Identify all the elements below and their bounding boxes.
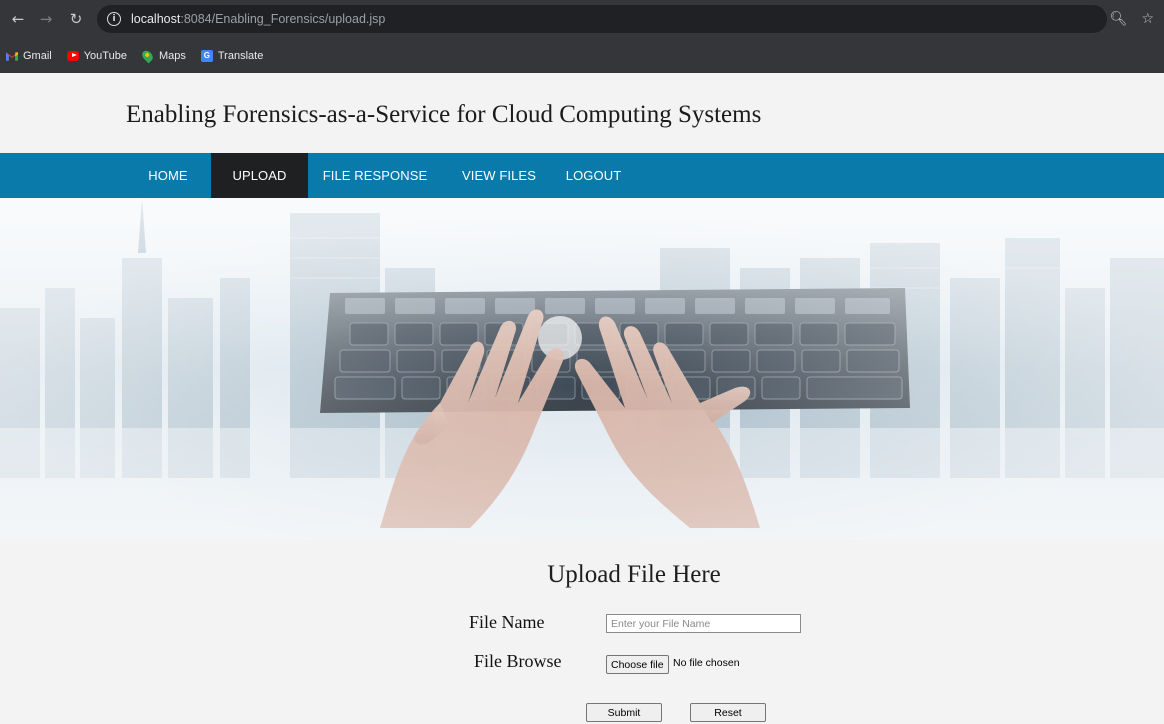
file-name-label: File Name: [469, 612, 545, 632]
zoom-icon[interactable]: 🔍︎: [1110, 11, 1128, 27]
banner-image: [0, 198, 1164, 540]
bookmarks-bar: Gmail YouTube Maps G Translate: [0, 38, 1164, 73]
menu-item-upload[interactable]: UPLOAD: [211, 153, 308, 198]
file-browse-label: File Browse: [474, 651, 562, 671]
url-text[interactable]: localhost:8084/Enabling_Forensics/upload…: [131, 12, 385, 26]
translate-icon: G: [200, 49, 213, 62]
bookmark-maps[interactable]: Maps: [140, 48, 186, 63]
menu-item-home[interactable]: HOME: [125, 153, 211, 198]
back-arrow-icon[interactable]: ←: [7, 10, 29, 28]
star-bookmark-icon[interactable]: ☆: [1141, 11, 1154, 27]
submit-button[interactable]: Submit: [586, 703, 662, 722]
menu-item-logout[interactable]: LOGOUT: [556, 153, 631, 198]
page-content: Enabling Forensics-as-a-Service for Clou…: [0, 73, 1164, 724]
info-icon[interactable]: i: [107, 12, 121, 26]
menu-item-file-response[interactable]: FILE RESPONSE: [308, 153, 442, 198]
browser-toolbar: ← → ↻ i localhost:8084/Enabling_Forensic…: [0, 0, 1164, 38]
file-name-input[interactable]: [606, 614, 801, 633]
reset-button[interactable]: Reset: [690, 703, 766, 722]
youtube-icon: [66, 50, 79, 62]
file-status-text: No file chosen: [673, 657, 740, 669]
address-bar[interactable]: i localhost:8084/Enabling_Forensics/uplo…: [97, 5, 1107, 33]
reload-icon[interactable]: ↻: [65, 10, 87, 28]
site-title: Enabling Forensics-as-a-Service for Clou…: [126, 101, 762, 128]
menu-item-view-files[interactable]: VIEW FILES: [442, 153, 556, 198]
bookmark-gmail[interactable]: Gmail: [6, 50, 52, 62]
hands-typing-keyboard-city-image: [0, 198, 1164, 540]
forward-arrow-icon[interactable]: →: [35, 10, 57, 28]
bookmark-youtube[interactable]: YouTube: [66, 50, 127, 62]
bookmark-translate[interactable]: G Translate: [200, 49, 263, 62]
choose-file-button[interactable]: Choose file: [606, 655, 669, 674]
form-title: Upload File Here: [547, 561, 721, 588]
main-menu: HOME UPLOAD FILE RESPONSE VIEW FILES LOG…: [0, 153, 1164, 198]
maps-icon: [140, 48, 156, 63]
gmail-icon: [6, 50, 18, 62]
